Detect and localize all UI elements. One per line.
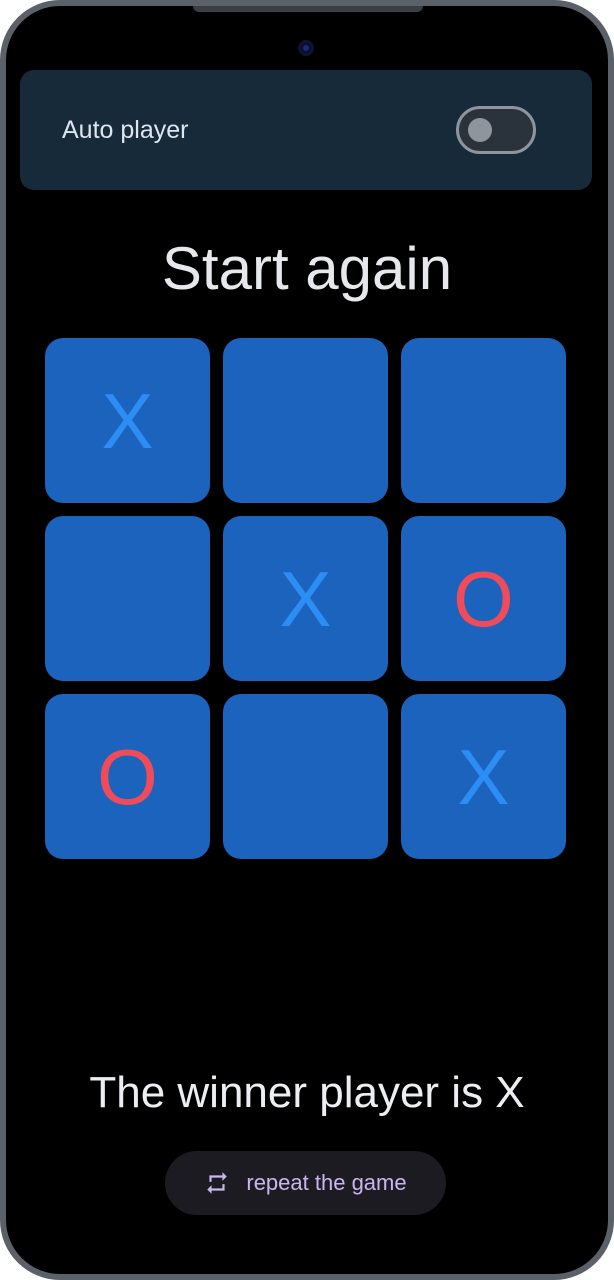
phone-frame: Auto player Start again X X O O X The wi… bbox=[0, 0, 614, 1280]
board-cell-6[interactable]: O bbox=[401, 516, 566, 681]
winner-message: The winner player is X bbox=[89, 1068, 525, 1117]
auto-player-label: Auto player bbox=[62, 115, 189, 144]
repeat-icon bbox=[207, 1172, 228, 1194]
start-again-title[interactable]: Start again bbox=[6, 234, 608, 304]
board-cell-9[interactable]: X bbox=[401, 694, 566, 859]
board-cell-8[interactable] bbox=[223, 694, 388, 859]
game-board: X X O O X bbox=[45, 338, 568, 860]
board-cell-3[interactable] bbox=[401, 338, 566, 503]
board-cell-7[interactable]: O bbox=[45, 694, 210, 859]
board-cell-4[interactable] bbox=[45, 516, 210, 681]
board-cell-1[interactable]: X bbox=[45, 338, 210, 503]
board-cell-2[interactable] bbox=[223, 338, 388, 503]
auto-player-panel: Auto player bbox=[20, 70, 592, 190]
app-screen: Auto player Start again X X O O X The wi… bbox=[6, 6, 608, 1274]
board-cell-5[interactable]: X bbox=[223, 516, 388, 681]
repeat-game-label: repeat the game bbox=[246, 1170, 407, 1195]
front-camera bbox=[298, 40, 314, 56]
top-bezel bbox=[193, 6, 423, 12]
toggle-knob bbox=[468, 118, 492, 142]
repeat-game-button[interactable]: repeat the game bbox=[165, 1151, 446, 1215]
auto-player-toggle[interactable] bbox=[456, 106, 536, 154]
